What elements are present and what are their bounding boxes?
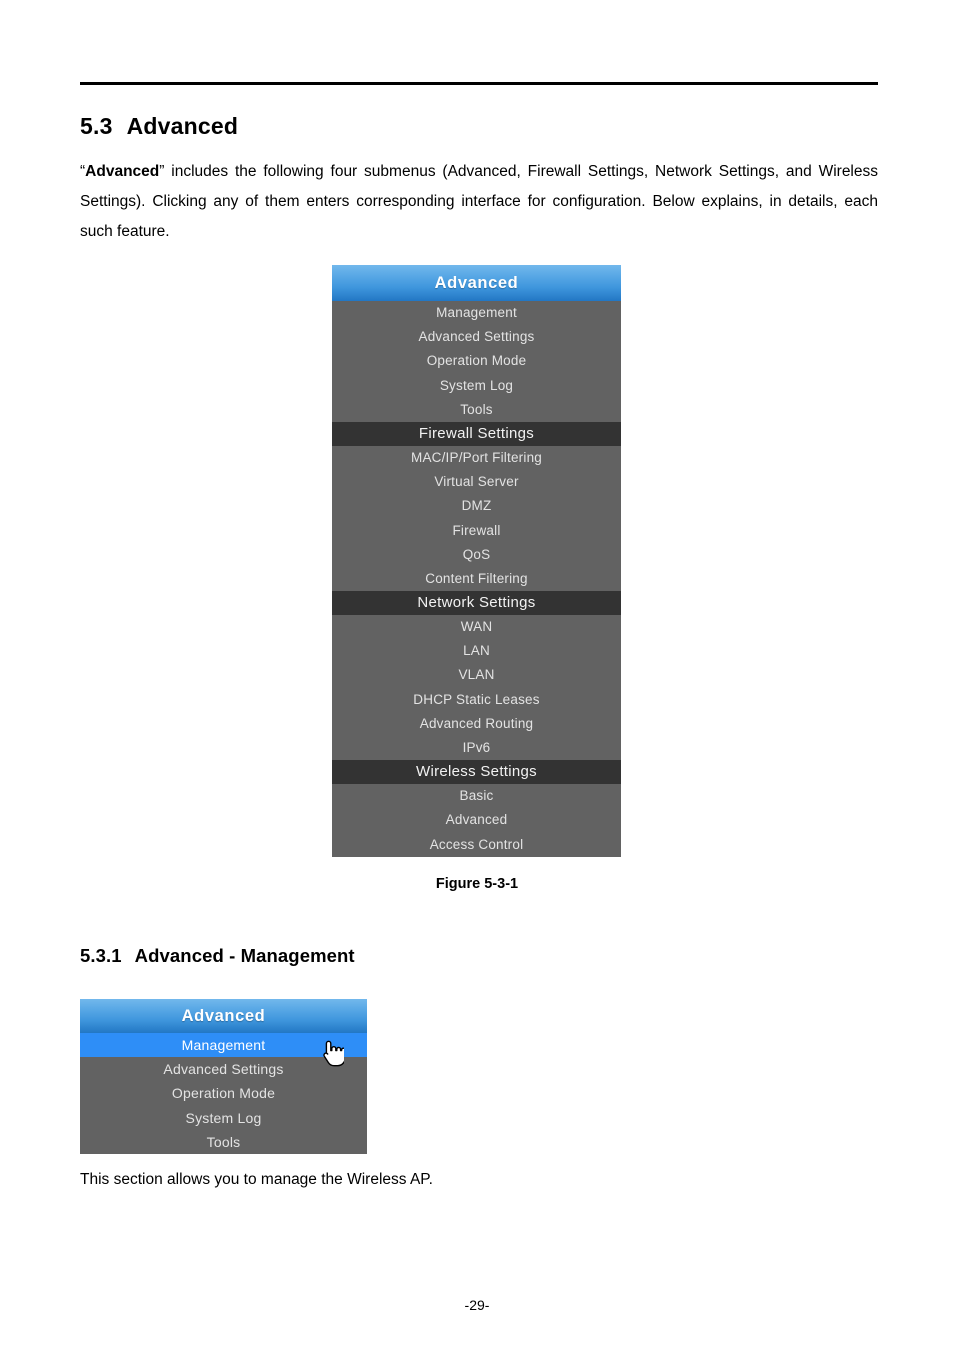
menu-item-mac-ip-port-filtering[interactable]: MAC/IP/Port Filtering: [332, 446, 621, 470]
menu-item-management[interactable]: Management: [332, 301, 621, 325]
submenu-item-management[interactable]: Management: [80, 1033, 367, 1058]
menu-item-advanced-settings[interactable]: Advanced Settings: [332, 325, 621, 349]
menu-item-system-log[interactable]: System Log: [332, 374, 621, 398]
menu-item-qos[interactable]: QoS: [332, 543, 621, 567]
menu-item-dmz[interactable]: DMZ: [332, 494, 621, 518]
section-number: 5.3: [80, 113, 113, 139]
subsection-body-text: This section allows you to manage the Wi…: [80, 1171, 433, 1188]
menu-item-tools[interactable]: Tools: [332, 398, 621, 422]
advanced-submenu[interactable]: Advanced Management Advanced Settings Op…: [80, 999, 367, 1154]
section-paragraph: “Advanced” includes the following four s…: [80, 157, 878, 247]
menu-section-network-settings[interactable]: Network Settings: [332, 591, 621, 616]
figure-caption: Figure 5-3-1: [435, 876, 519, 892]
menu-item-access-control[interactable]: Access Control: [332, 833, 621, 857]
submenu-item-advanced-settings[interactable]: Advanced Settings: [80, 1057, 367, 1081]
section-heading: 5.3 Advanced: [80, 113, 238, 140]
menu-item-virtual-server[interactable]: Virtual Server: [332, 470, 621, 494]
paragraph-bold-term: Advanced: [85, 163, 160, 180]
menu-item-basic[interactable]: Basic: [332, 784, 621, 808]
page-number: -29-: [464, 1297, 490, 1313]
menu-item-dhcp-static-leases[interactable]: DHCP Static Leases: [332, 688, 621, 712]
menu-item-lan[interactable]: LAN: [332, 639, 621, 663]
submenu-item-tools[interactable]: Tools: [80, 1130, 367, 1154]
menu-item-vlan[interactable]: VLAN: [332, 663, 621, 687]
menu-item-advanced-routing[interactable]: Advanced Routing: [332, 712, 621, 736]
submenu-item-operation-mode[interactable]: Operation Mode: [80, 1081, 367, 1105]
paragraph-body: ” includes the following four submenus (…: [80, 163, 878, 240]
document-page: 5.3 Advanced “Advanced” includes the foll…: [0, 0, 954, 1350]
menu-title-advanced: Advanced: [332, 265, 621, 301]
subsection-number: 5.3.1: [80, 945, 122, 966]
menu-item-operation-mode[interactable]: Operation Mode: [332, 349, 621, 373]
menu-item-wan[interactable]: WAN: [332, 615, 621, 639]
advanced-navigation-menu[interactable]: Advanced Management Advanced Settings Op…: [332, 265, 621, 857]
menu-item-firewall[interactable]: Firewall: [332, 519, 621, 543]
submenu-item-system-log[interactable]: System Log: [80, 1106, 367, 1130]
section-title: Advanced: [126, 113, 239, 139]
submenu-title-advanced: Advanced: [80, 999, 367, 1033]
menu-section-firewall-settings[interactable]: Firewall Settings: [332, 421, 621, 446]
menu-item-wireless-advanced[interactable]: Advanced: [332, 808, 621, 832]
menu-item-ipv6[interactable]: IPv6: [332, 736, 621, 760]
menu-section-wireless-settings[interactable]: Wireless Settings: [332, 760, 621, 785]
page-header-rule: [80, 82, 878, 85]
subsection-heading: 5.3.1 Advanced - Management: [80, 945, 355, 967]
menu-item-content-filtering[interactable]: Content Filtering: [332, 567, 621, 591]
subsection-title: Advanced - Management: [134, 945, 355, 966]
